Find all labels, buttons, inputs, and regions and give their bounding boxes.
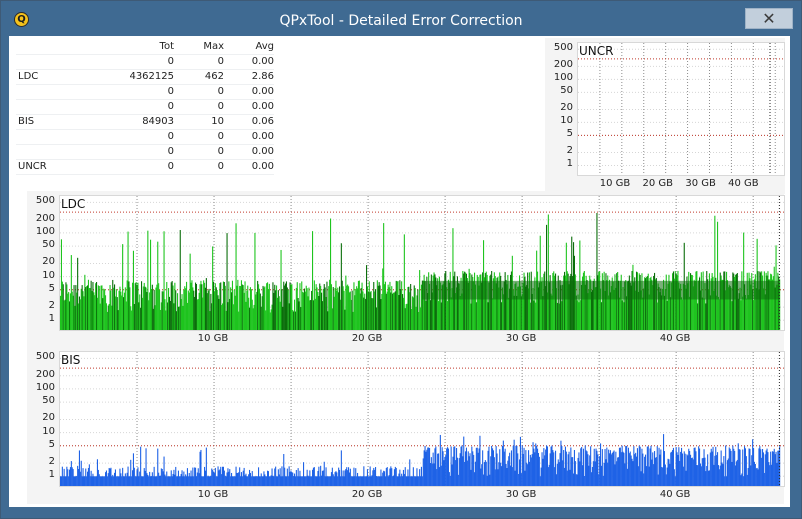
stats-table: Tot Max Avg 0 0 0.00 LDC 4362125 462 2.8… xyxy=(16,40,274,175)
ldc-y-tick-label: 100 xyxy=(35,225,55,237)
stats-row-avg: 0.00 xyxy=(251,146,274,157)
bis-chart-panel: 500 200 100 50 20 10 5 2 1 10 GB 20 GB 30 GB 40 GB BI… xyxy=(27,348,785,504)
uncr-y-tick-label: 50 xyxy=(560,85,573,97)
stats-row-avg: 0.00 xyxy=(251,101,274,112)
ldc-chart-svg xyxy=(60,196,784,330)
stats-row: 0 0 0.00 xyxy=(16,145,274,160)
bis-x-tick-label: 20 GB xyxy=(351,489,383,500)
stats-row-avg: 0.00 xyxy=(251,161,274,172)
stats-row: 0 0 0.00 xyxy=(16,55,274,70)
stats-row-tot: 0 xyxy=(167,161,174,172)
stats-row-max: 10 xyxy=(211,116,224,127)
stats-row-tot: 0 xyxy=(167,86,174,97)
uncr-y-tick-label: 500 xyxy=(553,42,573,54)
stats-header-max: Max xyxy=(203,41,224,52)
ldc-y-tick-label: 5 xyxy=(48,282,55,294)
ldc-y-tick-label: 1 xyxy=(48,313,55,325)
stats-row-tot: 0 xyxy=(167,56,174,67)
stats-row-max: 0 xyxy=(217,131,224,142)
stats-row-max: 0 xyxy=(217,56,224,67)
uncr-y-tick-label: 100 xyxy=(553,72,573,84)
stats-row: UNCR 0 0 0.00 xyxy=(16,160,274,175)
ldc-chart-panel: 500 200 100 50 20 10 5 2 1 10 GB 20 GB 30 GB 40 GB LD… xyxy=(27,191,785,349)
ldc-plot-area xyxy=(59,195,785,331)
stats-row-max: 0 xyxy=(217,101,224,112)
bis-x-tick-label: 30 GB xyxy=(505,489,537,500)
bis-chart-svg xyxy=(60,352,784,486)
uncr-chart-panel: 500 200 100 50 20 10 5 2 1 10 GB 20 GB 30 GB 40 GB UN… xyxy=(545,38,785,194)
uncr-y-tick-label: 1 xyxy=(566,158,573,170)
bis-x-tick-label: 10 GB xyxy=(197,489,229,500)
stats-row-avg: 2.86 xyxy=(251,71,274,82)
qpxtool-window: Q QPxTool - Detailed Error Correction ✕ … xyxy=(0,0,802,519)
bis-x-tick-label: 40 GB xyxy=(659,489,691,500)
stats-row-max: 0 xyxy=(217,86,224,97)
bis-y-tick-label: 10 xyxy=(42,425,55,437)
stats-header-row: Tot Max Avg xyxy=(16,40,274,55)
bis-y-tick-label: 50 xyxy=(42,395,55,407)
stats-row-avg: 0.00 xyxy=(251,86,274,97)
uncr-x-tick-label: 40 GB xyxy=(728,178,759,189)
ldc-y-tick-label: 500 xyxy=(35,195,55,207)
stats-row: LDC 4362125 462 2.86 xyxy=(16,70,274,85)
ldc-x-tick-label: 30 GB xyxy=(505,333,537,344)
bis-y-tick-label: 1 xyxy=(48,469,55,481)
ldc-x-tick-label: 10 GB xyxy=(197,333,229,344)
stats-row-avg: 0.00 xyxy=(251,56,274,67)
ldc-y-tick-label: 2 xyxy=(48,300,55,312)
uncr-y-tick-label: 200 xyxy=(553,59,573,71)
stats-row-tot: 0 xyxy=(167,146,174,157)
uncr-y-tick-label: 20 xyxy=(560,102,573,114)
stats-row-tot: 84903 xyxy=(142,116,174,127)
stats-row: BIS 84903 10 0.06 xyxy=(16,115,274,130)
uncr-y-tick-label: 5 xyxy=(566,128,573,140)
window-title: QPxTool - Detailed Error Correction xyxy=(279,13,523,29)
stats-row-label: BIS xyxy=(18,116,35,127)
uncr-chart-title: UNCR xyxy=(579,44,614,58)
bis-y-tick-label: 2 xyxy=(48,456,55,468)
bis-y-tick-label: 5 xyxy=(48,438,55,450)
stats-row-max: 0 xyxy=(217,161,224,172)
stats-header-avg: Avg xyxy=(255,41,274,52)
uncr-y-tick-label: 10 xyxy=(560,115,573,127)
ldc-y-tick-label: 50 xyxy=(42,239,55,251)
stats-row-tot: 4362125 xyxy=(129,71,174,82)
title-bar[interactable]: Q QPxTool - Detailed Error Correction ✕ xyxy=(1,1,801,35)
ldc-x-tick-label: 20 GB xyxy=(351,333,383,344)
stats-row-tot: 0 xyxy=(167,131,174,142)
stats-row-max: 0 xyxy=(217,146,224,157)
ldc-x-tick-label: 40 GB xyxy=(659,333,691,344)
bis-chart-title: BIS xyxy=(61,353,81,367)
uncr-y-tick-label: 2 xyxy=(566,145,573,157)
uncr-plot-area xyxy=(577,42,785,176)
bis-y-tick-label: 500 xyxy=(35,351,55,363)
stats-header-tot: Tot xyxy=(159,41,174,52)
stats-row-label: LDC xyxy=(18,71,39,82)
ldc-y-tick-label: 200 xyxy=(35,212,55,224)
ldc-y-tick-label: 10 xyxy=(42,269,55,281)
stats-row-tot: 0 xyxy=(167,101,174,112)
bis-y-tick-label: 200 xyxy=(35,368,55,380)
client-area: Tot Max Avg 0 0 0.00 LDC 4362125 462 2.8… xyxy=(9,36,790,507)
bis-plot-area xyxy=(59,351,785,487)
ldc-median-band xyxy=(422,280,780,300)
stats-row-avg: 0.06 xyxy=(251,116,274,127)
uncr-chart-svg xyxy=(578,43,784,175)
stats-row: 0 0 0.00 xyxy=(16,85,274,100)
close-button[interactable]: ✕ xyxy=(745,8,793,29)
stats-row-max: 462 xyxy=(204,71,224,82)
stats-row: 0 0 0.00 xyxy=(16,100,274,115)
stats-row-label: UNCR xyxy=(18,161,47,172)
ldc-chart-title: LDC xyxy=(61,197,86,211)
stats-row-avg: 0.00 xyxy=(251,131,274,142)
bis-y-tick-label: 20 xyxy=(42,412,55,424)
bis-y-tick-label: 100 xyxy=(35,381,55,393)
ldc-y-tick-label: 20 xyxy=(42,256,55,268)
stats-row: 0 0 0.00 xyxy=(16,130,274,145)
